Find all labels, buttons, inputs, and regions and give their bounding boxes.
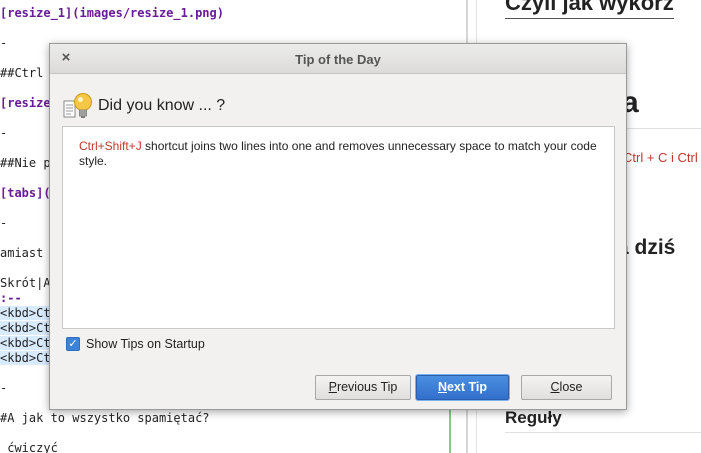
previous-tip-mnemonic: P: [328, 380, 337, 394]
editor-line: #A jak to wszystko spamiętać?: [0, 411, 210, 425]
show-tips-label[interactable]: Show Tips on Startup: [86, 337, 205, 351]
change-marker: [449, 405, 451, 453]
editor-line: [resize_1](images/resize_1.png): [0, 6, 224, 20]
preview-shortcut-text: Ctrl + C i Ctrl: [623, 150, 698, 165]
preview-heading-low: Reguły: [505, 408, 562, 427]
close-mnemonic: C: [550, 380, 560, 394]
dialog-titlebar[interactable]: × Tip of the Day: [50, 44, 626, 74]
show-tips-checkbox[interactable]: ✓: [66, 337, 80, 351]
lightbulb-icon: [63, 93, 92, 118]
tip-content-panel: Ctrl+Shift+J shortcut joins two lines in…: [62, 126, 615, 329]
next-tip-mnemonic: N: [437, 380, 447, 394]
editor-line: :--: [0, 291, 22, 305]
previous-tip-label: revious Tip: [336, 380, 398, 394]
editor-line: -: [0, 381, 8, 395]
tip-text: shortcut joins two lines into one and re…: [79, 139, 597, 168]
editor-line: -: [0, 36, 8, 50]
preview-divider-bottom: [505, 432, 701, 433]
editor-line: ćwiczyć: [0, 441, 58, 453]
dialog-header-text: Did you know ... ?: [98, 97, 226, 114]
previous-tip-button[interactable]: Previous Tip: [315, 375, 411, 400]
preview-heading-top: Czyli jak wykorz: [505, 0, 674, 19]
dialog-title: Tip of the Day: [295, 52, 381, 67]
editor-line: -: [0, 216, 8, 230]
next-tip-label: ext Tip: [446, 380, 488, 394]
close-button[interactable]: Close: [521, 375, 612, 400]
tip-shortcut: Ctrl+Shift+J: [79, 139, 142, 153]
close-label: lose: [559, 380, 583, 394]
editor-line: -: [0, 126, 8, 140]
tip-of-the-day-dialog: × Tip of the Day Did you know ... ? Ctrl…: [49, 43, 627, 410]
next-tip-button[interactable]: Next Tip: [416, 375, 509, 400]
